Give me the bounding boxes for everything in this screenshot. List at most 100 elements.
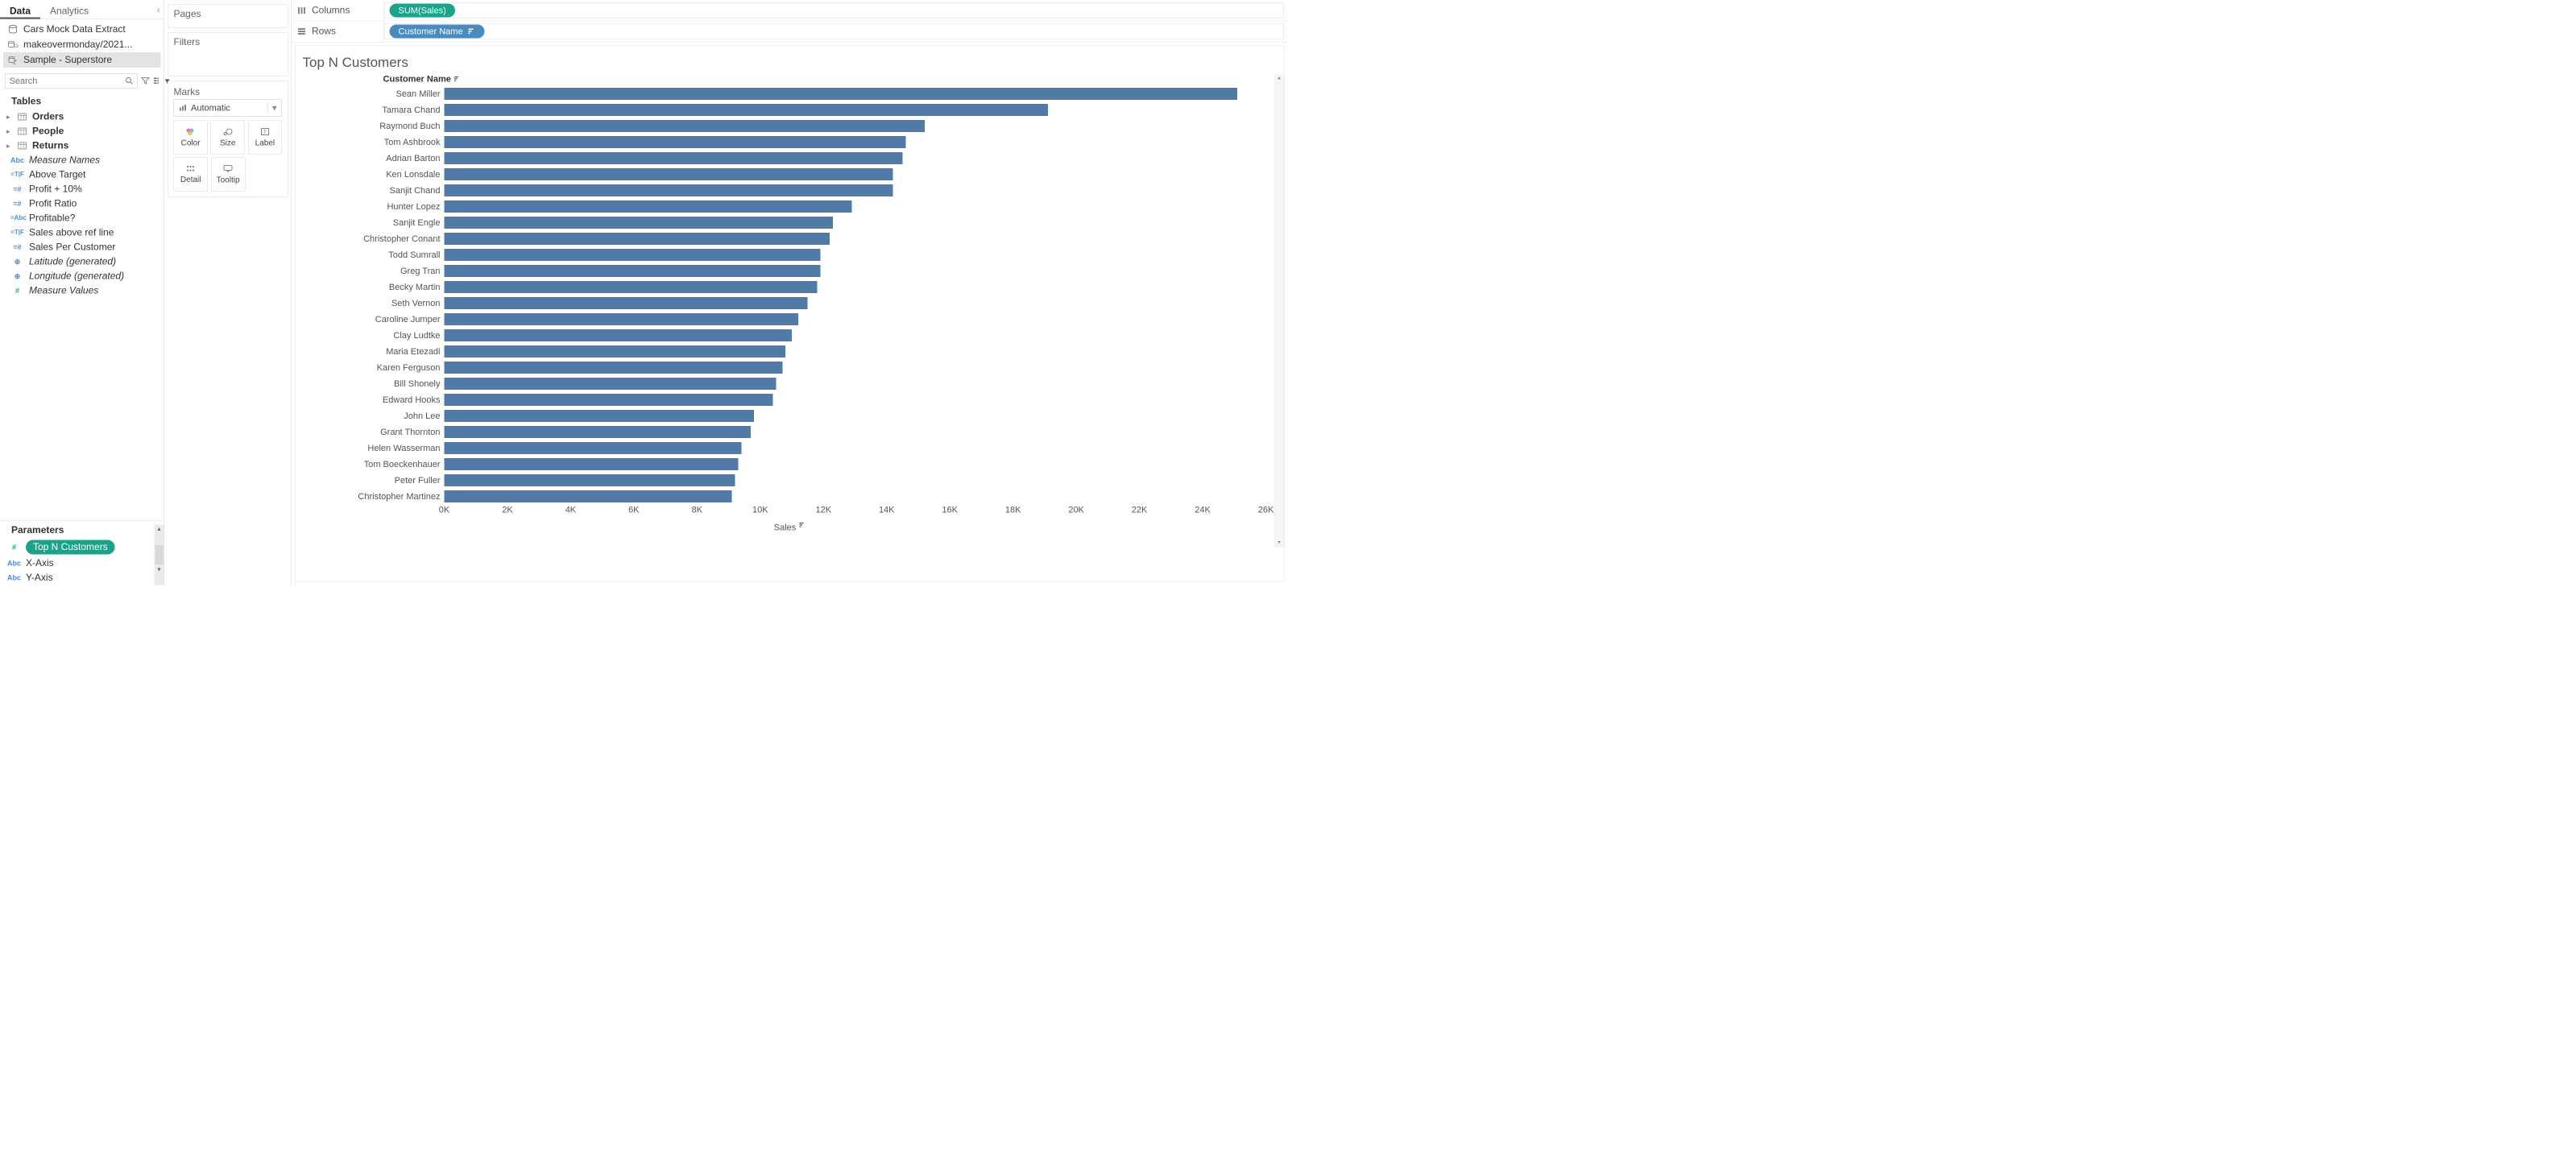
y-category-label: Sanjit Chand: [296, 183, 445, 199]
dropdown-caret-icon[interactable]: ▾: [267, 103, 276, 114]
calc-type-icon: =#: [10, 243, 24, 252]
y-category-label: Tamara Chand: [296, 102, 445, 118]
rows-pill[interactable]: Customer Name: [390, 25, 485, 39]
collapse-sidebar-icon[interactable]: ‹: [153, 0, 164, 19]
bar[interactable]: [445, 297, 808, 309]
field-row[interactable]: #Measure Values: [3, 283, 161, 298]
x-tick-label: 16K: [942, 505, 958, 515]
search-input[interactable]: [10, 76, 126, 86]
mark-type-dropdown[interactable]: Automatic ▾: [174, 100, 283, 117]
parameter-row[interactable]: #Top N Customers: [0, 539, 164, 556]
marks-color-button[interactable]: Color: [174, 121, 208, 155]
scroll-down-icon[interactable]: ▾: [155, 565, 164, 585]
pages-shelf[interactable]: Pages: [168, 4, 288, 28]
scroll-up-icon[interactable]: ▴: [155, 525, 164, 544]
field-row[interactable]: AbcMeasure Names: [3, 153, 161, 167]
cylinder-icon: [7, 24, 19, 35]
expand-caret-icon[interactable]: ▸: [6, 127, 14, 136]
bar[interactable]: [445, 329, 793, 341]
tab-data[interactable]: Data: [0, 0, 40, 19]
params-scroll[interactable]: ▴ ▾: [155, 525, 164, 585]
scroll-down-icon[interactable]: ▾: [1274, 539, 1285, 548]
bar[interactable]: [445, 313, 798, 325]
field-row[interactable]: =#Sales Per Customer: [3, 240, 161, 254]
field-row[interactable]: ⊕Latitude (generated): [3, 254, 161, 269]
field-row[interactable]: ⊕Longitude (generated): [3, 269, 161, 283]
parameter-row[interactable]: AbcX-Axis: [0, 556, 164, 571]
col-row-shelves: Columns SUM(Sales) Rows Customer Name: [292, 0, 1288, 43]
bar[interactable]: [445, 184, 893, 196]
columns-shelf-label: Columns: [292, 0, 384, 21]
scroll-up-icon[interactable]: ▴: [1274, 74, 1285, 83]
bar[interactable]: [445, 168, 893, 180]
filters-label: Filters: [174, 37, 283, 48]
table-label: People: [32, 126, 64, 137]
bar[interactable]: [445, 217, 834, 229]
y-category-label: Helen Wasserman: [296, 440, 445, 457]
bar[interactable]: [445, 378, 777, 390]
bars-container: [445, 86, 1269, 505]
field-row[interactable]: =T|FSales above ref line: [3, 225, 161, 240]
field-row[interactable]: =#Profit Ratio: [3, 196, 161, 211]
bar[interactable]: [445, 265, 821, 277]
rows-shelf-drop[interactable]: Customer Name: [384, 23, 1284, 39]
bar[interactable]: [445, 474, 735, 486]
bar[interactable]: [445, 233, 830, 245]
filter-icon[interactable]: [141, 74, 150, 88]
bar[interactable]: [445, 410, 754, 422]
bar[interactable]: [445, 345, 786, 358]
data-source-item-selected[interactable]: Sample - Superstore: [3, 52, 161, 68]
bar[interactable]: [445, 458, 739, 470]
viz-vertical-scrollbar[interactable]: ▴ ▾: [1274, 74, 1285, 548]
x-axis-label[interactable]: Sales: [296, 520, 1285, 535]
field-row[interactable]: =T|FAbove Target: [3, 167, 161, 182]
viz-title[interactable]: Top N Customers: [296, 46, 1285, 72]
expand-caret-icon[interactable]: ▸: [6, 142, 14, 151]
bar[interactable]: [445, 281, 818, 293]
marks-size-button[interactable]: Size: [211, 121, 245, 155]
parameter-row[interactable]: AbcY-Axis: [0, 571, 164, 585]
table-row[interactable]: ▸ Returns: [3, 138, 161, 153]
bar[interactable]: [445, 201, 852, 213]
data-source-item[interactable]: Cars Mock Data Extract: [3, 22, 161, 37]
data-source-label: makeovermonday/2021...: [23, 39, 132, 51]
tab-analytics[interactable]: Analytics: [40, 0, 98, 19]
view-toggle-icon[interactable]: [153, 74, 162, 88]
filters-shelf[interactable]: Filters: [168, 32, 288, 76]
bar[interactable]: [445, 490, 732, 502]
y-category-label: Caroline Jumper: [296, 312, 445, 328]
rows-shelf-label: Rows: [292, 21, 384, 42]
bar[interactable]: [445, 152, 903, 164]
bar[interactable]: [445, 394, 773, 406]
columns-pill[interactable]: SUM(Sales): [390, 3, 455, 17]
field-row[interactable]: =AbcProfitable?: [3, 211, 161, 225]
field-label: Profit Ratio: [29, 198, 77, 209]
cards-pane: Pages Filters Marks Automatic ▾ Color: [164, 0, 292, 585]
data-source-label: Cars Mock Data Extract: [23, 24, 126, 35]
marks-tooltip-button[interactable]: Tooltip: [211, 158, 245, 192]
field-row[interactable]: =#Profit + 10%: [3, 182, 161, 196]
columns-icon: [297, 6, 306, 14]
bar[interactable]: [445, 249, 821, 261]
search-input-box[interactable]: [5, 73, 138, 89]
bar[interactable]: [445, 362, 783, 374]
bar[interactable]: [445, 88, 1238, 100]
y-axis-header[interactable]: Customer Name: [376, 72, 1285, 86]
bar[interactable]: [445, 120, 925, 132]
marks-detail-button[interactable]: Detail: [174, 158, 208, 192]
bar[interactable]: [445, 104, 1048, 116]
parameter-pill[interactable]: Top N Customers: [26, 540, 115, 555]
y-category-label: Clay Ludtke: [296, 328, 445, 344]
table-row[interactable]: ▸ People: [3, 124, 161, 138]
table-row[interactable]: ▸ Orders: [3, 110, 161, 124]
data-source-item[interactable]: makeovermonday/2021...: [3, 37, 161, 52]
bar[interactable]: [445, 426, 752, 438]
columns-shelf-drop[interactable]: SUM(Sales): [384, 2, 1284, 19]
bar[interactable]: [445, 136, 906, 148]
expand-caret-icon[interactable]: ▸: [6, 113, 14, 122]
tables-list: ▸ Orders ▸ People ▸ Returns: [0, 110, 164, 153]
bar[interactable]: [445, 442, 742, 454]
data-analytics-tabs: Data Analytics ‹: [0, 0, 164, 19]
marks-label-button[interactable]: T Label: [248, 121, 282, 155]
y-category-label: Seth Vernon: [296, 296, 445, 312]
